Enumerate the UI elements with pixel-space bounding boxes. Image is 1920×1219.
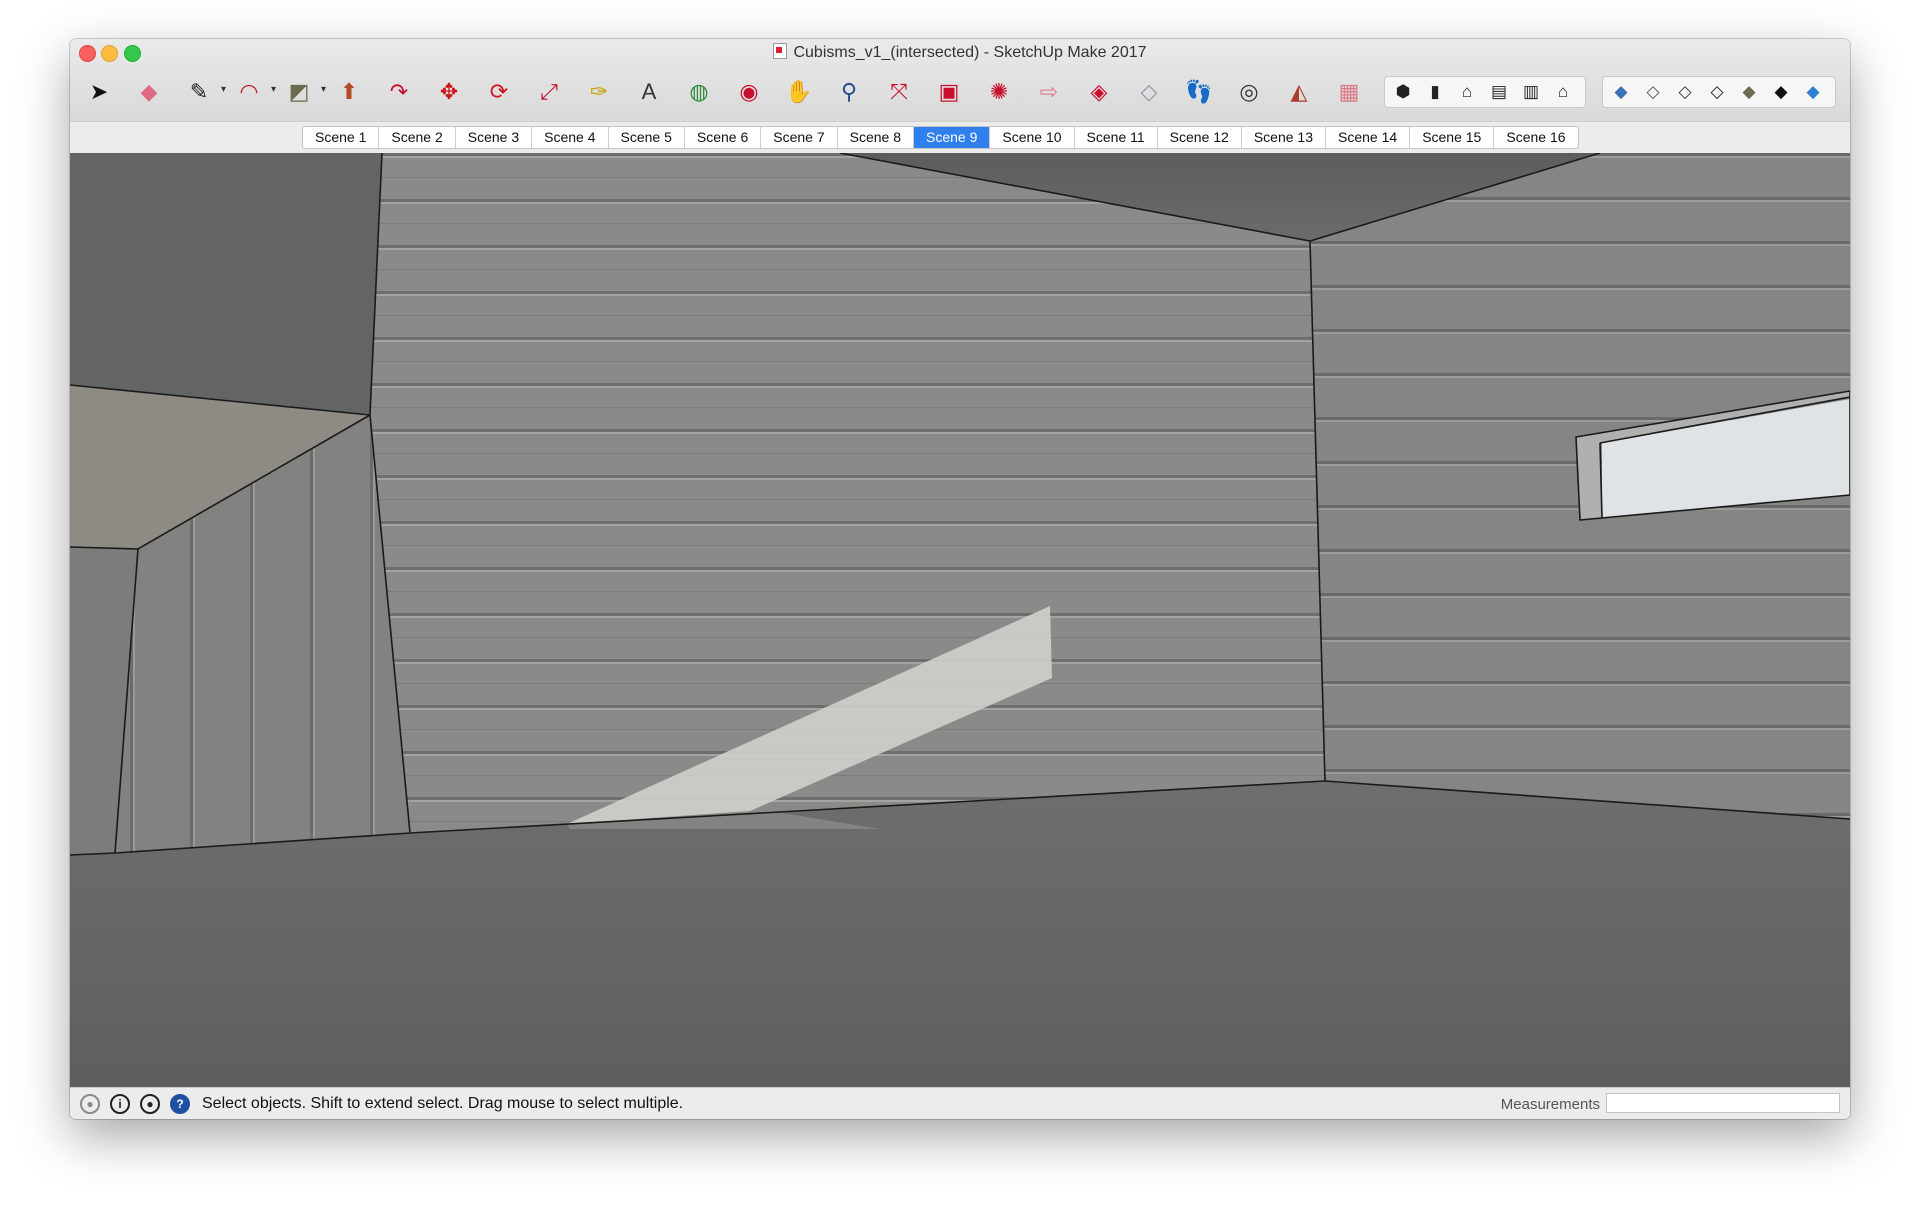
tab-scene-16[interactable]: Scene 16 [1494,127,1577,148]
share-model-icon[interactable]: ⇨ [1030,75,1068,109]
status-message: Select objects. Shift to extend select. … [202,1095,684,1112]
zoom-tool-icon[interactable]: ⚲ [830,75,868,109]
extension-manager-icon[interactable]: ◈ [1080,75,1118,109]
window-title-area: Cubisms_v1_(intersected) - SketchUp Make… [70,43,1850,62]
tab-scene-1[interactable]: Scene 1 [303,127,380,148]
extension-warehouse-icon[interactable]: ✺ [980,75,1018,109]
back-edges-style-icon[interactable]: ◆ [1799,75,1827,109]
model-scene[interactable] [70,153,1850,1087]
shaded-textures-style-icon[interactable]: ◆ [1735,75,1763,109]
pencil-tool-icon[interactable]: ✎ [180,75,226,109]
upper-left-wall-face [70,153,382,415]
tab-scene-10[interactable]: Scene 10 [990,127,1075,148]
model-viewport[interactable] [70,153,1850,1087]
tab-scene-14[interactable]: Scene 14 [1326,127,1411,148]
select-tool-icon[interactable]: ➤ [80,75,118,109]
tab-scene-5[interactable]: Scene 5 [609,127,685,148]
back-view-icon[interactable]: ▥ [1517,75,1545,109]
right-view-icon[interactable]: ▤ [1485,75,1513,109]
walk-tool-icon[interactable]: 👣 [1180,75,1218,109]
eraser-tool-icon[interactable]: ◆ [130,75,168,109]
position-camera-tool-icon[interactable]: ◭ [1280,75,1318,109]
tab-scene-2[interactable]: Scene 2 [379,127,456,148]
tape-measure-tool-icon[interactable]: ✑ [580,75,618,109]
push-pull-tool-icon[interactable]: ⬆ [330,75,368,109]
rotate-tool-icon[interactable]: ⟳ [480,75,518,109]
xray-style-icon[interactable]: ◆ [1607,75,1635,109]
orbit-tool-icon[interactable]: ◉ [730,75,768,109]
sandbox-tool-icon[interactable]: ▦ [1330,75,1368,109]
main-toolbar: ➤◆✎◠◩⬆↷✥⟳⤢✑A◍◉✋⚲⤧▣✺⇨◈◇👣◎◭▦ ⬢▮⌂▤▥⌂ ◆◇◇◇◆◆… [80,73,1850,111]
paint-bucket-tool-icon[interactable]: ◍ [680,75,718,109]
tab-scene-13[interactable]: Scene 13 [1242,127,1327,148]
tab-scene-3[interactable]: Scene 3 [456,127,533,148]
geolocation-icon[interactable]: ● [80,1094,100,1114]
views-toolbar: ⬢ ▮ ⌂ ▤ ▥ ⌂ [1384,76,1586,108]
tab-scene-9[interactable]: Scene 9 [914,127,991,148]
drawing-tools: ➤ ◆ ✎◠◩⬆ ↷ ✥ ⟳ ⤢ ✑ A ◍ ◉ ✋ ⚲ ⤧ ▣ ✺ ⇨ ◈ ◇ 👣 ◎ ◭ ▦ [80,75,1380,109]
shaded-style-icon[interactable]: ◇ [1703,75,1731,109]
tab-scene-12[interactable]: Scene 12 [1158,127,1242,148]
hidden-line-style-icon[interactable]: ◇ [1671,75,1699,109]
measurements-label: Measurements [1500,1096,1600,1113]
tab-scene-6[interactable]: Scene 6 [685,127,762,148]
front-view-icon[interactable]: ⌂ [1453,75,1481,109]
scene-tabs: Scene 1 Scene 2 Scene 3 Scene 4 Scene 5 Scene… [302,126,1579,149]
follow-me-tool-icon[interactable]: ↷ [380,75,418,109]
tab-scene-7[interactable]: Scene 7 [761,127,838,148]
status-bar: ● i ● ? Select objects. Shift to extend … [70,1087,1850,1119]
user-account-icon[interactable]: ● [140,1094,160,1114]
document-icon [773,43,788,59]
3d-warehouse-icon[interactable]: ▣ [930,75,968,109]
scale-tool-icon[interactable]: ⤢ [530,75,568,109]
instructor-help-icon[interactable]: ? [170,1094,190,1114]
iso-view-icon[interactable]: ⬢ [1389,75,1417,109]
arc-tool-icon[interactable]: ◠ [230,75,276,109]
window-title: Cubisms_v1_(intersected) - SketchUp Make… [793,44,1147,61]
tab-scene-11[interactable]: Scene 11 [1075,127,1158,148]
tab-scene-8[interactable]: Scene 8 [838,127,914,148]
top-view-icon[interactable]: ▮ [1421,75,1449,109]
section-plane-tool-icon[interactable]: ◇ [1130,75,1168,109]
tab-scene-4[interactable]: Scene 4 [532,127,609,148]
tab-scene-15[interactable]: Scene 15 [1410,127,1495,148]
credits-info-icon[interactable]: i [110,1094,130,1114]
measurements-input[interactable] [1606,1093,1840,1113]
look-around-tool-icon[interactable]: ◎ [1230,75,1268,109]
styles-toolbar: ◆ ◇ ◇ ◇ ◆ ◆ ◆ [1602,76,1836,108]
left-view-icon[interactable]: ⌂ [1549,75,1577,109]
scenes-bar: Scene 1 Scene 2 Scene 3 Scene 4 Scene 5 Scene… [70,121,1850,154]
wireframe-style-icon[interactable]: ◇ [1639,75,1667,109]
title-bar: Cubisms_v1_(intersected) - SketchUp Make… [70,39,1850,121]
pan-tool-icon[interactable]: ✋ [780,75,818,109]
text-tool-icon[interactable]: A [630,75,668,109]
sketchup-window: Cubisms_v1_(intersected) - SketchUp Make… [70,39,1850,1119]
zoom-extents-tool-icon[interactable]: ⤧ [880,75,918,109]
rectangle-tool-icon[interactable]: ◩ [280,75,326,109]
monochrome-style-icon[interactable]: ◆ [1767,75,1795,109]
move-tool-icon[interactable]: ✥ [430,75,468,109]
